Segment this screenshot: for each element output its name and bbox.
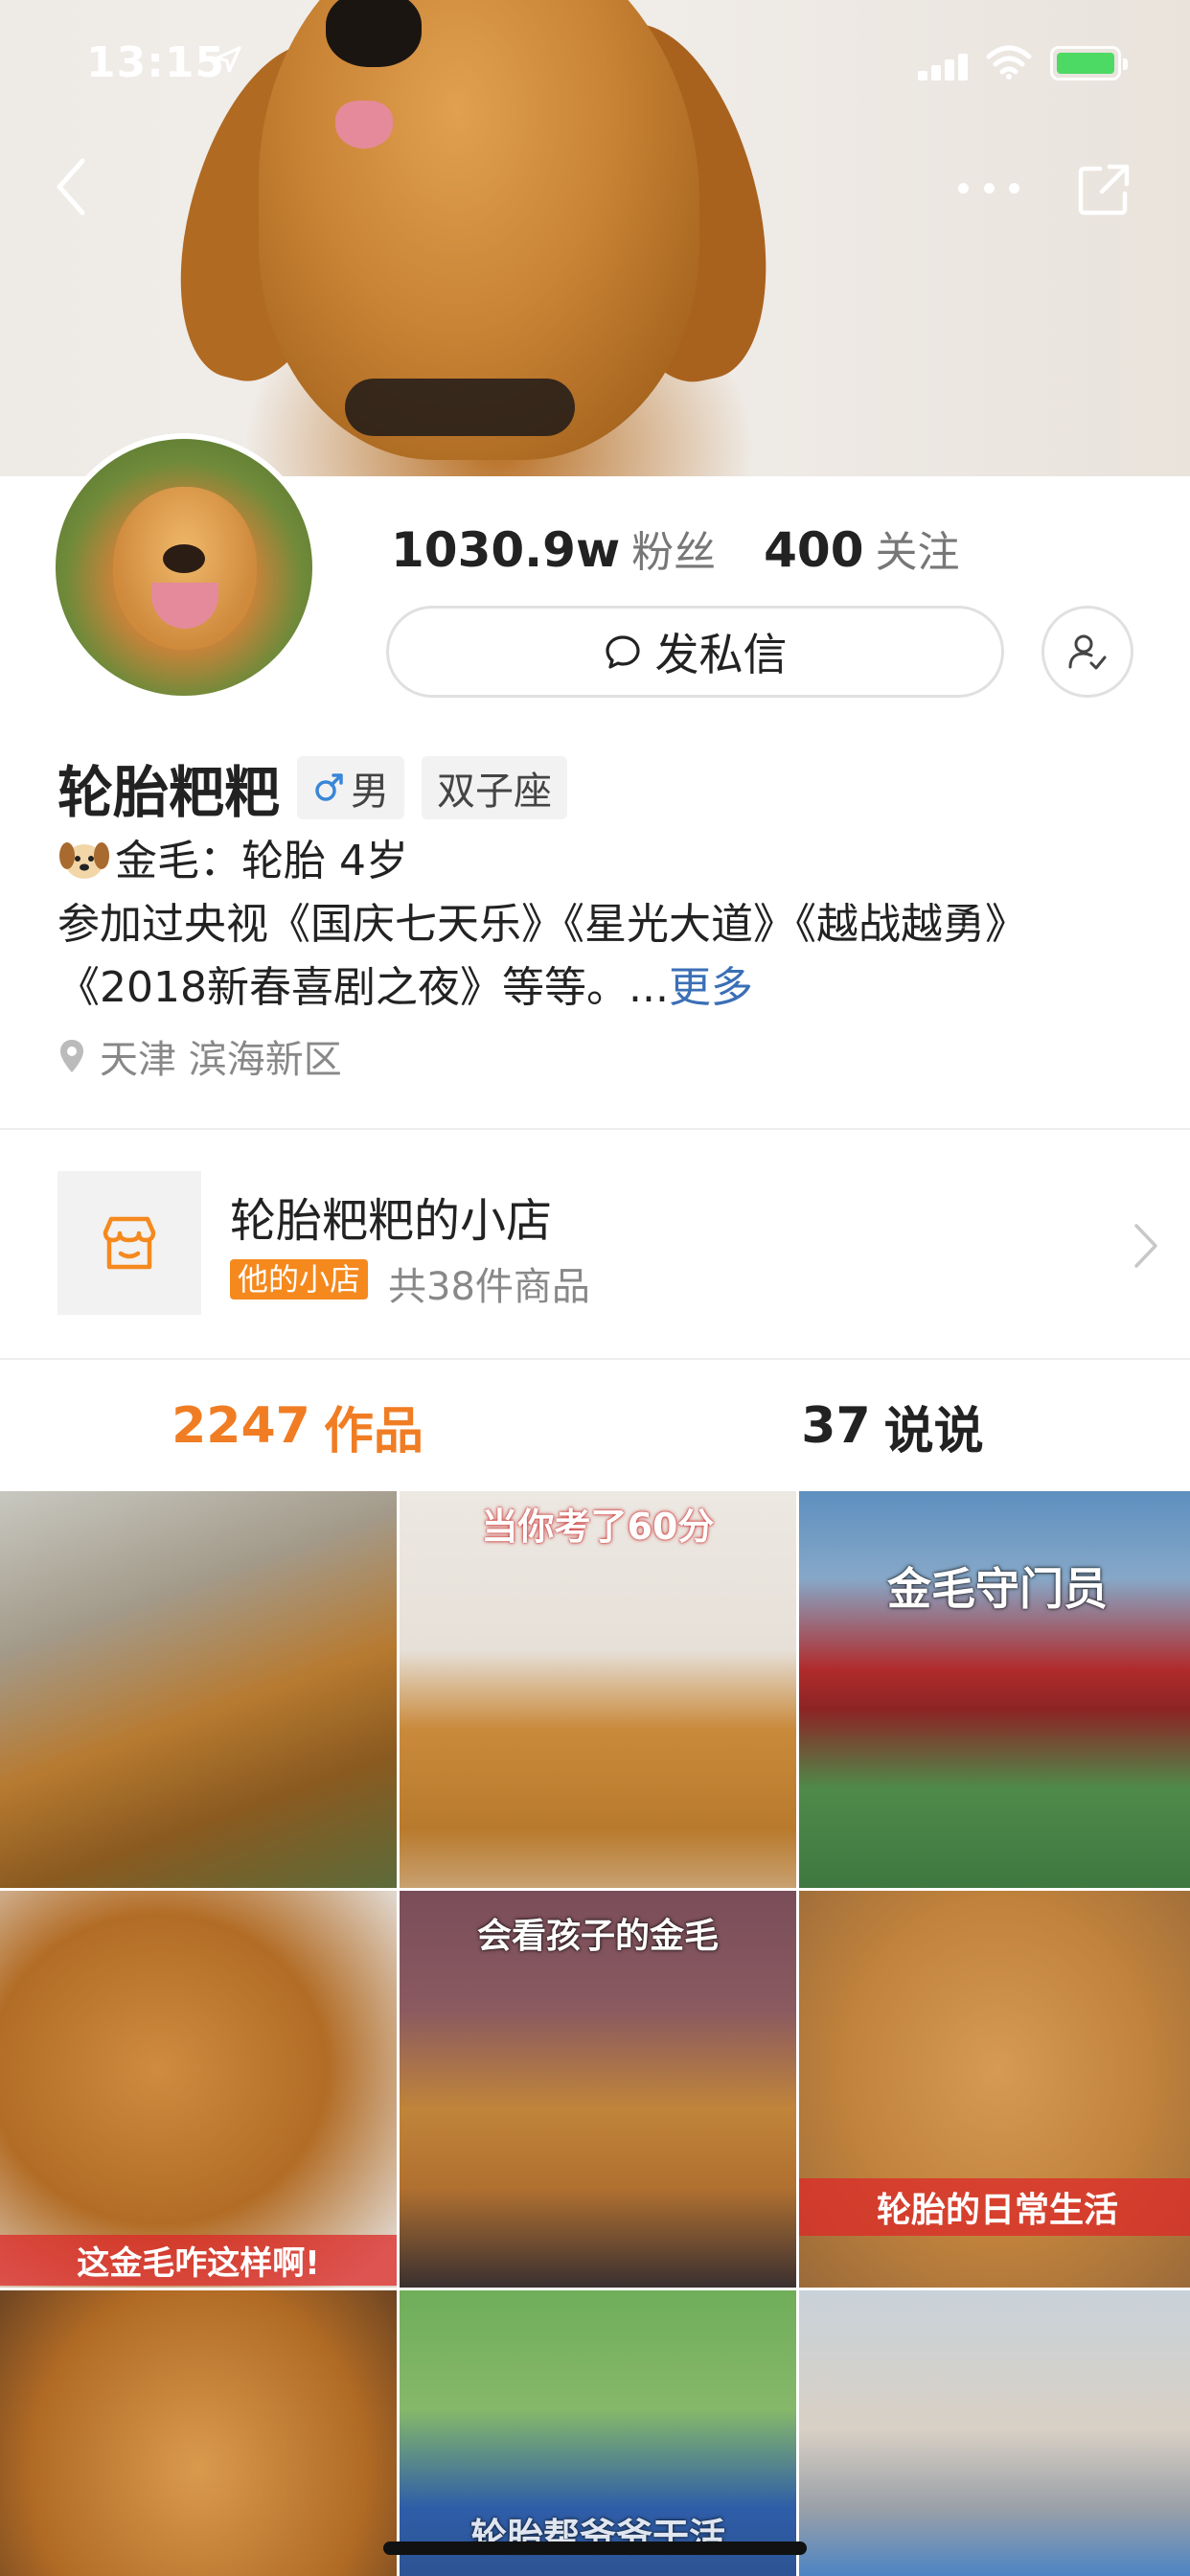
chat-bubble-icon	[605, 635, 640, 669]
shop-icon-box	[57, 1171, 201, 1315]
cellular-signal-icon	[918, 50, 970, 80]
video-thumbnail[interactable]: 轮胎帮爷爷干活	[400, 2290, 796, 2576]
shop-item-count: 共38件商品	[388, 1265, 590, 1309]
tab-posts[interactable]: 37 说说	[595, 1361, 1190, 1491]
status-bar: 13:15	[0, 0, 1190, 126]
location: 天津 滨海新区	[57, 1028, 342, 1084]
wifi-icon	[986, 45, 1032, 80]
male-icon	[315, 773, 343, 801]
send-message-button[interactable]: 发私信	[386, 606, 1004, 698]
fans-count[interactable]: 1030.9w	[391, 522, 620, 578]
video-caption: 这金毛咋这样啊!	[0, 2235, 397, 2286]
avatar[interactable]	[50, 433, 318, 702]
video-caption: 轮胎的日常生活	[799, 2178, 1190, 2236]
follow-user-button[interactable]	[1041, 606, 1133, 698]
video-thumbnail[interactable]: 这金毛咋这样啊!	[0, 1891, 397, 2288]
name-row: 轮胎粑粑 男 双子座	[57, 748, 568, 828]
bio-more-link[interactable]: 更多	[669, 963, 753, 1012]
divider	[0, 1358, 1190, 1360]
tab-works-label: 作品	[323, 1402, 423, 1460]
chevron-right-icon	[1134, 1224, 1157, 1268]
user-name: 轮胎粑粑	[57, 760, 281, 825]
following-count[interactable]: 400	[764, 522, 863, 578]
video-caption: 当你考了60分	[481, 1506, 715, 1548]
bio-line-1: 金毛：轮胎 4岁	[115, 837, 408, 886]
video-thumbnail[interactable]: 会看孩子的金毛	[400, 1891, 796, 2288]
gender-tag: 男	[297, 756, 405, 819]
store-icon	[103, 1216, 156, 1270]
tab-works-count: 2247	[172, 1397, 310, 1455]
send-message-label: 发私信	[654, 629, 788, 680]
battery-icon	[1050, 46, 1128, 80]
video-caption: 金毛守门员	[887, 1563, 1108, 1615]
more-options-icon[interactable]	[958, 169, 1019, 207]
tab-works[interactable]: 2247 作品	[0, 1361, 595, 1491]
video-thumbnail[interactable]: 当你考了60分	[400, 1491, 796, 1888]
video-caption: 会看孩子的金毛	[476, 1917, 719, 1956]
shop-title: 轮胎粑粑的小店	[230, 1194, 553, 1248]
home-indicator[interactable]	[383, 2542, 807, 2555]
tab-posts-count: 37	[801, 1397, 871, 1455]
shop-badge: 他的小店	[230, 1259, 369, 1300]
back-icon[interactable]	[50, 153, 96, 220]
fans-label[interactable]: 粉丝	[631, 518, 716, 579]
dog-face-emoji-icon	[59, 842, 109, 879]
video-thumbnail[interactable]: 轮胎的日常生活	[799, 1891, 1190, 2288]
gender-label: 男	[351, 770, 390, 814]
cover-bowtie	[345, 379, 575, 436]
video-grid: 当你考了60分 金毛守门员 这金毛咋这样啊! 会看孩子的金毛 轮胎的日常生活 轮…	[0, 1491, 1190, 2576]
zodiac-tag: 双子座	[422, 756, 568, 819]
status-time: 13:15	[86, 38, 226, 87]
following-label[interactable]: 关注	[876, 518, 960, 579]
shop-entry[interactable]: 轮胎粑粑的小店 他的小店 共38件商品	[0, 1131, 1190, 1359]
video-thumbnail[interactable]	[0, 1491, 397, 1888]
content-tabs: 2247 作品 37 说说	[0, 1361, 1190, 1491]
bio: 金毛：轮胎 4岁 参加过央视《国庆七天乐》《星光大道》《越战越勇》《2018新春…	[57, 830, 1140, 1020]
avatar-dog-nose	[163, 544, 205, 573]
location-text: 天津 滨海新区	[100, 1038, 342, 1082]
divider	[0, 1128, 1190, 1130]
bio-line-2: 参加过央视《国庆七天乐》《星光大道》《越战越勇》《2018新春喜剧之夜》等等。.…	[57, 900, 1027, 1012]
location-pin-icon	[60, 1040, 83, 1072]
share-icon[interactable]	[1075, 161, 1133, 218]
tab-posts-label: 说说	[883, 1402, 984, 1460]
location-arrow-icon	[215, 46, 241, 73]
profile-stats: 1030.9w 粉丝 400 关注	[391, 518, 960, 579]
user-check-icon	[1068, 634, 1107, 670]
video-thumbnail[interactable]	[0, 2290, 397, 2576]
video-thumbnail[interactable]	[799, 2290, 1190, 2576]
video-thumbnail[interactable]: 金毛守门员	[799, 1491, 1190, 1888]
